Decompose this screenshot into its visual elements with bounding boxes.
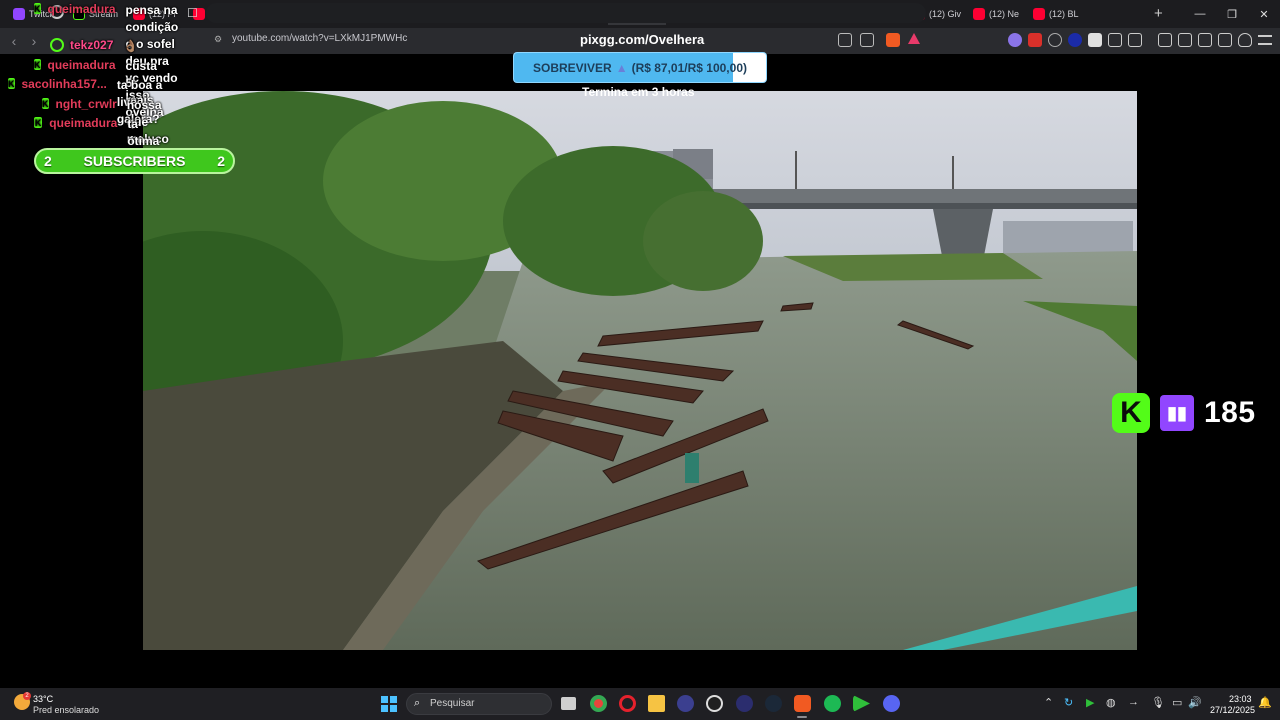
opera-icon[interactable] bbox=[619, 695, 636, 712]
file-explorer-icon[interactable] bbox=[648, 695, 665, 712]
screen: TwitchStream(12) Pr(12) H(12) A(12) COSo… bbox=[0, 0, 1280, 720]
obs-icon[interactable] bbox=[706, 695, 723, 712]
active-app-indicator bbox=[797, 716, 807, 718]
kick-badge-icon: K bbox=[8, 78, 15, 89]
kick-badge-icon: K bbox=[34, 59, 41, 70]
chat-username[interactable]: tekz027 bbox=[70, 38, 113, 52]
extension-icon[interactable] bbox=[1068, 33, 1082, 47]
show-hidden-icons[interactable]: ⌃ bbox=[1044, 696, 1053, 709]
donation-goal-bar: SOBREVIVER ▲ (R$ 87,01/R$ 100,00) bbox=[514, 53, 766, 82]
back-button[interactable]: ‹ bbox=[4, 33, 24, 49]
extension-icon[interactable] bbox=[1008, 33, 1022, 47]
chat-text: ta ótima bbox=[127, 117, 160, 148]
youtube-icon bbox=[973, 8, 985, 20]
address-bar[interactable] bbox=[206, 3, 926, 23]
kick-badge-icon: K bbox=[34, 3, 41, 14]
temperature[interactable]: 33°C bbox=[33, 694, 53, 704]
maximize-button[interactable]: ❐ bbox=[1216, 0, 1248, 28]
search-icon: ⌕ bbox=[414, 697, 421, 709]
subs-label: SUBSCRIBERS bbox=[83, 153, 186, 169]
start-button[interactable] bbox=[381, 696, 397, 712]
subs-count-left: 2 bbox=[44, 153, 52, 169]
sidebar-icon[interactable] bbox=[1178, 33, 1192, 47]
goal-subtext: Termina em 3 horas bbox=[582, 85, 695, 99]
twitch-logo-icon: ▮▮ bbox=[1160, 395, 1194, 431]
twitch-icon bbox=[13, 8, 25, 20]
subscribers-counter: 2 SUBSCRIBERS 2 bbox=[34, 148, 235, 174]
extension-icon[interactable] bbox=[1048, 33, 1062, 47]
tab-label: (12) BL bbox=[1049, 9, 1079, 19]
kick-badge-icon: K bbox=[34, 117, 43, 128]
steam-icon[interactable] bbox=[765, 695, 782, 712]
viewer-counter: K ▮▮ 185 bbox=[1112, 392, 1256, 434]
goal-text: SOBREVIVER ▲ (R$ 87,01/R$ 100,00) bbox=[514, 53, 766, 82]
spotify-icon[interactable] bbox=[824, 695, 841, 712]
goal-emoji-icon: ▲ bbox=[615, 60, 628, 75]
chat-text: 👌🏽 bbox=[123, 39, 139, 53]
tab-yt[interactable]: (12) BL bbox=[1028, 3, 1086, 25]
chrome-icon[interactable] bbox=[590, 695, 607, 712]
share-icon[interactable] bbox=[860, 33, 874, 47]
brave-shield-icon[interactable] bbox=[886, 33, 900, 47]
site-info-icon[interactable]: ⚙ bbox=[214, 34, 222, 45]
play-icon[interactable]: ▶ bbox=[1086, 696, 1094, 709]
wifi-icon[interactable]: ▭ bbox=[1172, 696, 1182, 709]
chat-username[interactable]: nght_crwlr bbox=[56, 97, 117, 111]
clock-date[interactable]: 27/12/2025 bbox=[1210, 705, 1255, 715]
forward-arrow-icon[interactable]: → bbox=[1128, 696, 1139, 708]
tab-yt[interactable]: (12) Ne bbox=[968, 3, 1026, 25]
kick-badge-icon: K bbox=[42, 98, 49, 109]
brave-rewards-icon[interactable] bbox=[908, 33, 920, 44]
vpn-icon[interactable] bbox=[1238, 33, 1252, 47]
app-icon[interactable] bbox=[736, 695, 753, 712]
url-text[interactable]: youtube.com/watch?v=LXkMJ1PMWHc bbox=[232, 33, 407, 44]
river-scene-image bbox=[143, 91, 1137, 650]
goal-amount: (R$ 87,01/R$ 100,00) bbox=[631, 60, 747, 75]
chat-username[interactable]: queimadura bbox=[48, 2, 116, 16]
app-icon[interactable] bbox=[677, 695, 694, 712]
network-app-icon[interactable]: ◍ bbox=[1106, 696, 1116, 709]
wallet-icon[interactable] bbox=[1198, 33, 1212, 47]
extension-icon[interactable] bbox=[1028, 33, 1042, 47]
tab-label: (12) Ne bbox=[989, 9, 1020, 19]
weather-badge: 2 bbox=[23, 692, 31, 700]
new-tab-button[interactable]: + bbox=[1154, 5, 1163, 22]
clock-time[interactable]: 23:03 bbox=[1229, 694, 1252, 704]
chat-message: tekz027 👌🏽 bbox=[50, 38, 138, 55]
menu-icon[interactable] bbox=[1258, 35, 1272, 45]
chat-message: Kqueimadura ta ótima bbox=[34, 116, 162, 150]
volume-icon[interactable]: 🔊 bbox=[1188, 696, 1202, 709]
microphone-icon[interactable]: 🎙 bbox=[1151, 696, 1165, 709]
youtube-icon bbox=[1033, 8, 1045, 20]
kick-logo-icon: K bbox=[1112, 393, 1150, 433]
weather-condition[interactable]: Pred ensolarado bbox=[33, 705, 99, 715]
close-window-button[interactable]: ✕ bbox=[1248, 0, 1280, 28]
chat-username[interactable]: sacolinha157... bbox=[22, 77, 107, 91]
chat-username[interactable]: queimadura bbox=[48, 58, 116, 72]
video-frame[interactable] bbox=[143, 91, 1137, 650]
subs-count-right: 2 bbox=[217, 153, 225, 169]
search-placeholder[interactable]: Pesquisar bbox=[430, 698, 474, 709]
refresh-badge-icon bbox=[50, 38, 64, 52]
bookmark-icon[interactable]: ☐ bbox=[187, 6, 198, 20]
extensions-puzzle-icon[interactable] bbox=[1108, 33, 1122, 47]
media-icon[interactable] bbox=[1158, 33, 1172, 47]
leo-ai-icon[interactable] bbox=[1218, 33, 1232, 47]
notification-icon[interactable]: 🔔 bbox=[1258, 696, 1272, 709]
brave-icon[interactable] bbox=[794, 695, 811, 712]
extension-icon[interactable] bbox=[1088, 33, 1102, 47]
tab-label: (12) Giv bbox=[929, 9, 962, 19]
window-controls: — ❐ ✕ bbox=[1184, 0, 1280, 28]
taskbar-search[interactable] bbox=[406, 693, 552, 715]
screenshot-icon[interactable] bbox=[1128, 33, 1142, 47]
goal-label: SOBREVIVER bbox=[533, 60, 612, 75]
screen-cast-icon[interactable] bbox=[838, 33, 852, 47]
sync-icon[interactable]: ↻ bbox=[1064, 696, 1073, 709]
minimize-button[interactable]: — bbox=[1184, 0, 1216, 28]
task-view-icon[interactable] bbox=[561, 697, 576, 710]
discord-icon[interactable] bbox=[883, 695, 900, 712]
viewer-count: 185 bbox=[1204, 396, 1256, 429]
chat-username[interactable]: queimadura bbox=[49, 116, 117, 130]
overlay-title: pixgg.com/Ovelhera bbox=[580, 32, 705, 47]
